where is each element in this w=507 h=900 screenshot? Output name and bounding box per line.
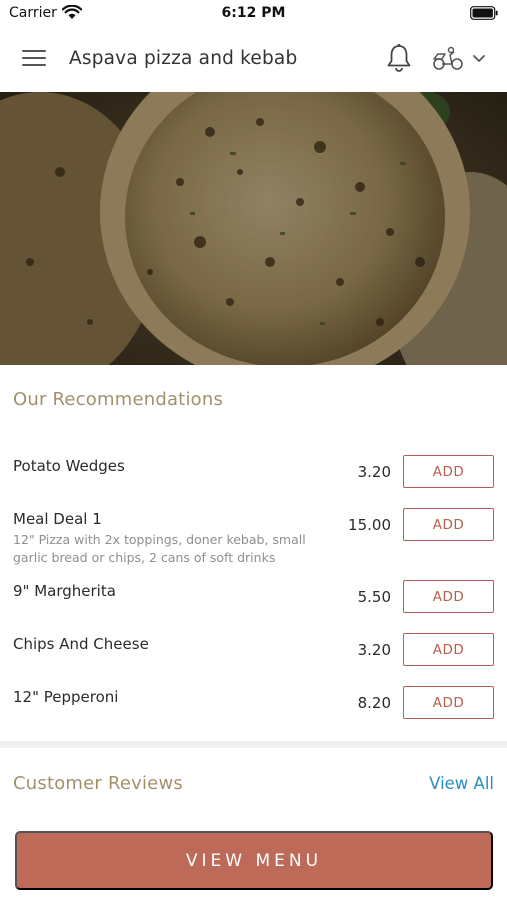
hero-food-image	[0, 92, 507, 365]
add-potato-wedges-button[interactable]: ADD	[403, 455, 494, 488]
item-name: Chips And Cheese	[13, 635, 149, 653]
app-header: Aspava pizza and kebab	[0, 26, 507, 92]
item-name: Meal Deal 1	[13, 510, 102, 528]
garlic-bread-image	[0, 92, 507, 365]
clock: 6:12 PM	[221, 5, 286, 21]
restaurant-title: Aspava pizza and kebab	[69, 48, 298, 69]
item-price: 3.20	[357, 463, 391, 481]
view-menu-button[interactable]: VIEW MENU	[15, 831, 493, 890]
add-chips-and-cheese-button[interactable]: ADD	[403, 633, 494, 666]
battery-icon	[470, 6, 498, 20]
status-bar: Carrier 6:12 PM	[0, 0, 507, 26]
screen: Carrier 6:12 PM Aspava pizza and kebab O…	[0, 0, 507, 900]
item-price: 5.50	[357, 588, 391, 606]
item-name: 12" Pepperoni	[13, 688, 119, 706]
item-description: 12" Pizza with 2x toppings, doner kebab,…	[13, 532, 306, 565]
hamburger-menu-icon[interactable]	[22, 46, 48, 70]
item-name: 9" Margherita	[13, 582, 116, 600]
item-price: 15.00	[348, 516, 391, 534]
add-meal-deal-button[interactable]: ADD	[403, 508, 494, 541]
item-price: 3.20	[357, 641, 391, 659]
add-margherita-button[interactable]: ADD	[403, 580, 494, 613]
delivery-scooter-icon[interactable]	[430, 45, 492, 73]
add-pepperoni-button[interactable]: ADD	[403, 686, 494, 719]
reviews-title: Customer Reviews	[13, 773, 183, 794]
section-divider	[0, 741, 507, 748]
item-price: 8.20	[357, 694, 391, 712]
recommendations-title: Our Recommendations	[13, 389, 224, 410]
notification-bell-icon[interactable]	[385, 43, 413, 73]
view-all-reviews-link[interactable]: View All	[429, 774, 494, 793]
item-name: Potato Wedges	[13, 457, 125, 475]
